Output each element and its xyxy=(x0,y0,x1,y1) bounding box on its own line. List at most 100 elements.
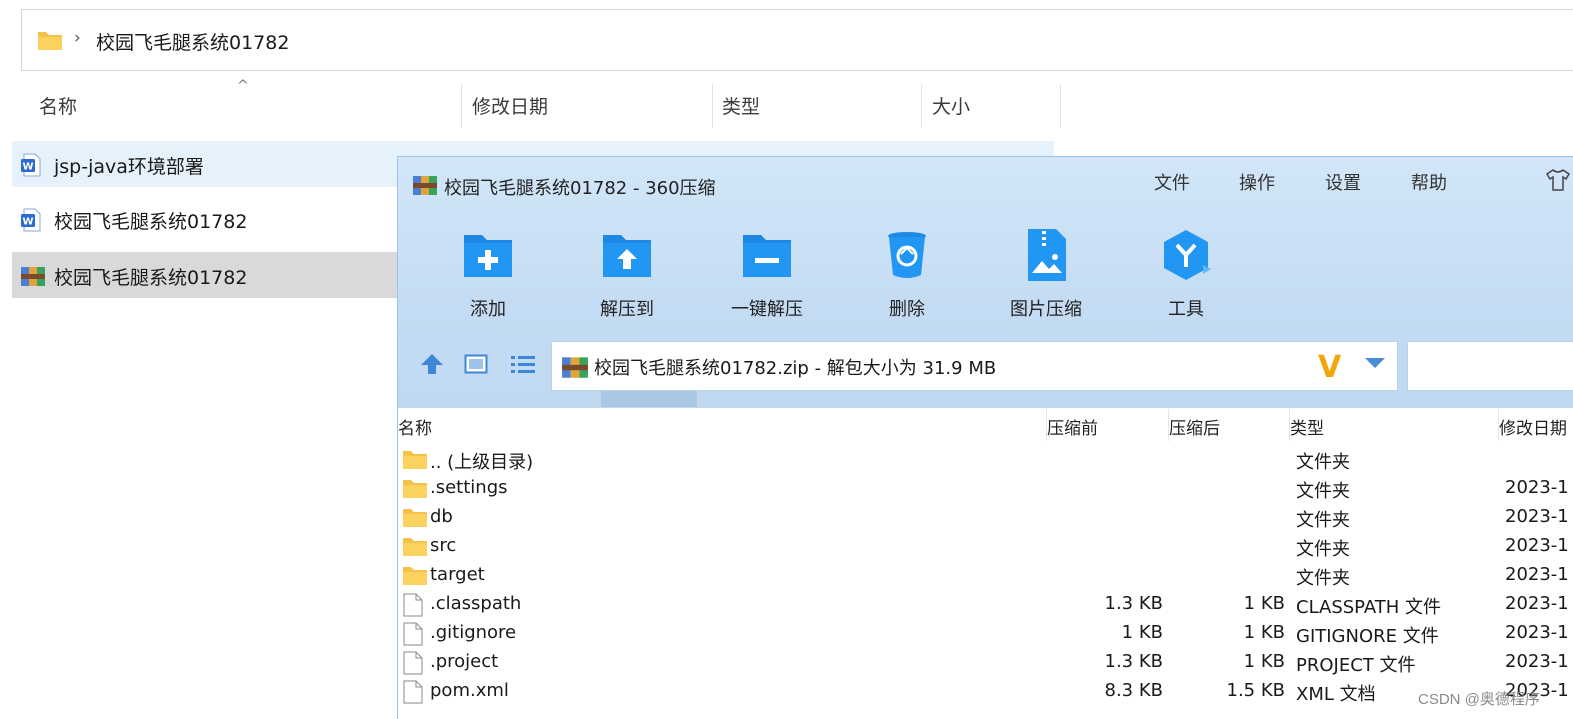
entry-size-after: 1 KB xyxy=(1243,651,1285,672)
menu-file[interactable]: 文件 xyxy=(1154,169,1190,195)
file-icon xyxy=(402,651,424,679)
file-icon xyxy=(402,593,424,621)
entry-type: XML 文档 xyxy=(1296,684,1376,705)
entry-date: 2023-1 xyxy=(1505,593,1569,614)
menu-operation[interactable]: 操作 xyxy=(1239,169,1275,195)
archive-row[interactable]: .project 1.3 KB 1 KB PROJECT 文件 2023-1 xyxy=(398,648,1573,677)
entry-size-before: 1 KB xyxy=(1121,622,1163,643)
image-compress-button[interactable]: 图片压缩 xyxy=(996,227,1096,321)
tools-button[interactable]: 工具 xyxy=(1136,227,1236,321)
entry-size-after: 1.5 KB xyxy=(1226,680,1286,701)
word-doc-icon: W xyxy=(21,208,41,232)
entry-size-before: 1.3 KB xyxy=(1104,651,1164,672)
entry-name: db xyxy=(430,506,453,527)
one-click-extract-label: 一键解压 xyxy=(731,299,803,320)
entry-date: 2023-1 xyxy=(1505,477,1569,498)
entry-type: 文件夹 xyxy=(1296,452,1350,473)
archive-row[interactable]: .settings 文件夹 2023-1 xyxy=(398,474,1573,503)
zip-window[interactable]: 校园飞毛腿系统01782 - 360压缩 文件 操作 设置 帮助 添加 解压到 … xyxy=(397,156,1573,719)
file-name: jsp-java环境部署 xyxy=(54,156,204,178)
folder-icon xyxy=(402,477,428,503)
entry-type: PROJECT 文件 xyxy=(1296,655,1416,676)
entry-name: src xyxy=(430,535,457,556)
entry-type: CLASSPATH 文件 xyxy=(1296,597,1442,618)
file-icon xyxy=(402,680,424,708)
word-doc-icon: W xyxy=(21,153,41,177)
scrollbar-thumb[interactable] xyxy=(601,391,697,407)
delete-icon xyxy=(888,232,926,278)
entry-type: 文件夹 xyxy=(1296,539,1350,560)
add-label: 添加 xyxy=(470,299,506,320)
entry-type: 文件夹 xyxy=(1296,481,1350,502)
entry-name: pom.xml xyxy=(430,680,509,701)
entry-size-before: 1.3 KB xyxy=(1104,593,1164,614)
entry-size-after: 1 KB xyxy=(1243,593,1285,614)
delete-button[interactable]: 删除 xyxy=(857,227,957,321)
search-input[interactable] xyxy=(1407,341,1573,391)
folder-icon xyxy=(402,564,428,590)
list-header-after[interactable]: 压缩后 xyxy=(1169,414,1220,439)
add-button[interactable]: 添加 xyxy=(438,227,538,321)
verify-icon[interactable]: V xyxy=(1318,350,1341,385)
svg-text:W: W xyxy=(22,162,33,173)
entry-name: target xyxy=(430,564,485,585)
list-header-before[interactable]: 压缩前 xyxy=(1047,414,1098,439)
entry-name: .classpath xyxy=(430,593,522,614)
file-icon xyxy=(402,622,424,650)
one-click-extract-button[interactable]: 一键解压 xyxy=(717,227,817,321)
path-bar[interactable]: 校园飞毛腿系统01782.zip - 解包大小为 31.9 MB V xyxy=(551,341,1398,391)
skin-icon[interactable] xyxy=(1546,169,1570,191)
archive-row[interactable]: .classpath 1.3 KB 1 KB CLASSPATH 文件 2023… xyxy=(398,590,1573,619)
extract-to-button[interactable]: 解压到 xyxy=(577,227,677,321)
chevron-right-icon: › xyxy=(74,28,81,48)
folder-icon xyxy=(38,32,62,50)
delete-label: 删除 xyxy=(889,299,925,320)
entry-date: 2023-1 xyxy=(1505,622,1569,643)
window-title: 校园飞毛腿系统01782 - 360压缩 xyxy=(444,178,716,199)
folder-icon xyxy=(402,448,428,474)
menu-help[interactable]: 帮助 xyxy=(1411,169,1447,195)
image-compress-label: 图片压缩 xyxy=(1010,299,1082,320)
extract-to-label: 解压到 xyxy=(600,299,654,320)
archive-row[interactable]: src 文件夹 2023-1 xyxy=(398,532,1573,561)
extract-to-icon xyxy=(603,235,651,277)
zip-file-icon xyxy=(562,357,588,378)
entry-date: 2023-1 xyxy=(1505,506,1569,527)
address-bar[interactable]: › 校园飞毛腿系统01782 xyxy=(21,9,1573,71)
one-click-extract-icon xyxy=(743,235,791,277)
column-divider[interactable] xyxy=(461,84,462,128)
archive-row[interactable]: .gitignore 1 KB 1 KB GITIGNORE 文件 2023-1 xyxy=(398,619,1573,648)
entry-name: .. (上级目录) xyxy=(430,452,534,473)
column-header-name[interactable]: 名称 xyxy=(39,92,77,119)
archive-row[interactable]: pom.xml 8.3 KB 1.5 KB XML 文档 2023-1 xyxy=(398,677,1573,706)
archive-row[interactable]: .. (上级目录) 文件夹 xyxy=(398,445,1573,474)
archive-row[interactable]: target 文件夹 2023-1 xyxy=(398,561,1573,590)
up-arrow-icon[interactable] xyxy=(420,353,444,375)
entry-type: 文件夹 xyxy=(1296,510,1350,531)
column-header-modified[interactable]: 修改日期 xyxy=(472,92,548,119)
entry-size-after: 1 KB xyxy=(1243,622,1285,643)
list-header-date[interactable]: 修改日期 xyxy=(1499,414,1567,439)
list-view-icon[interactable] xyxy=(510,353,536,375)
column-divider[interactable] xyxy=(1060,84,1061,128)
winrar-archive-icon xyxy=(21,267,45,286)
entry-size-before: 8.3 KB xyxy=(1104,680,1164,701)
list-header-name[interactable]: 名称 xyxy=(398,414,432,439)
entry-type: 文件夹 xyxy=(1296,568,1350,589)
menu-settings[interactable]: 设置 xyxy=(1325,169,1361,195)
watermark: CSDN @奥德程序 xyxy=(1418,691,1540,708)
column-divider[interactable] xyxy=(712,84,713,128)
thumbnail-view-icon[interactable] xyxy=(464,353,488,375)
archive-path: 校园飞毛腿系统01782.zip - 解包大小为 31.9 MB xyxy=(594,358,997,379)
column-divider[interactable] xyxy=(921,84,922,128)
file-name: 校园飞毛腿系统01782 xyxy=(54,211,248,233)
breadcrumb[interactable]: 校园飞毛腿系统01782 xyxy=(96,28,289,55)
chevron-down-icon[interactable] xyxy=(1364,356,1386,370)
entry-name: .project xyxy=(430,651,499,672)
column-header-size[interactable]: 大小 xyxy=(932,92,970,119)
list-header-type[interactable]: 类型 xyxy=(1290,414,1324,439)
add-icon xyxy=(464,235,512,277)
column-header-type[interactable]: 类型 xyxy=(722,92,760,119)
entry-date: 2023-1 xyxy=(1505,651,1569,672)
archive-row[interactable]: db 文件夹 2023-1 xyxy=(398,503,1573,532)
